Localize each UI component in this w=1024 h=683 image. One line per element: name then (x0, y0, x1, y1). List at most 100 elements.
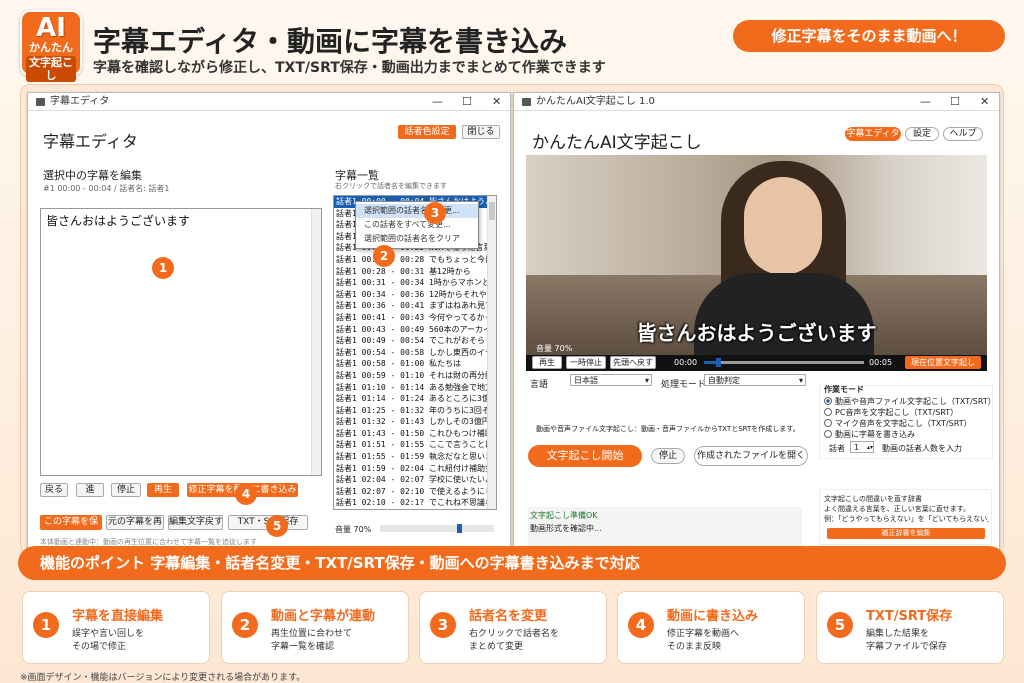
video-play-button[interactable]: 再生 (532, 356, 562, 369)
video-volume-label: 音量 70% (536, 344, 573, 353)
radio-mic-audio[interactable]: マイク音声を文字起こし（TXT/SRT） (824, 418, 972, 429)
time-total: 00:05 (869, 358, 893, 367)
seek-bar[interactable] (704, 358, 864, 367)
subtitle-list-row[interactable]: 話者1 01:55 - 01:59 執念だなと思いますね (334, 451, 496, 463)
app-logo: AI かんたん 文字起こし (20, 10, 82, 82)
subtitle-list-row[interactable]: 話者1 01:32 - 01:43 しかしその3億円は中央 (334, 416, 496, 428)
tab-settings[interactable]: 設定 (905, 127, 939, 141)
speaker-label: 話者 (829, 444, 845, 453)
chevron-down-icon: ▾ (798, 376, 803, 385)
edit-dictionary-button[interactable]: 補正辞書を編集 (827, 528, 985, 539)
card-desc: 右クリックで話者名を まとめて変更 (469, 629, 560, 652)
subtitle-list-row[interactable]: 話者1 01:14 - 01:24 あるところに3億円の水 (334, 393, 496, 405)
subtitle-text-area[interactable]: 皆さんおはようございます (40, 208, 322, 476)
tab-help[interactable]: ヘルプ (943, 127, 983, 141)
tab-subtitle-editor[interactable]: 字幕エディタ (845, 127, 901, 141)
maximize-icon[interactable]: ☐ (462, 93, 472, 111)
subtitle-list-row[interactable]: 話者1 02:07 - 02:10 で使えるようにしたのが (334, 486, 496, 498)
radio-burn-subtitles[interactable]: 動画に字幕を書き込み (824, 429, 915, 440)
editor-heading: 字幕エディタ (43, 132, 138, 151)
subtitle-list-row[interactable]: 話者1 00:49 - 00:54 でこれがおそらく僕の国 (334, 335, 496, 347)
maximize-icon[interactable]: ☐ (950, 93, 960, 111)
editor-volume-slider[interactable] (380, 524, 494, 533)
video-pause-button[interactable]: 一時停止 (566, 356, 606, 369)
speaker-color-button[interactable]: 話者色設定 (398, 125, 456, 139)
radio-icon (824, 408, 832, 416)
radio-icon (824, 419, 832, 427)
subtitle-list-row[interactable]: 話者1 01:25 - 01:32 年のうちに3回そこの川 (334, 405, 496, 417)
video-player[interactable]: 皆さんおはようございます 音量 70% 再生 一時停止 先頭へ戻す 00:00 … (526, 155, 987, 371)
footnote: ※画面デザイン・機能はバージョンにより変更される場合があります。 (20, 673, 306, 683)
editor-close-button[interactable]: 閉じる (462, 125, 500, 139)
chevron-down-icon: ▾ (644, 376, 649, 385)
work-mode-group: 作業モード 動画や音声ファイル文字起こし（TXT/SRT） PC音声を文字起こし… (819, 385, 996, 459)
card-title: 動画と字幕が連動 (271, 609, 376, 624)
card-desc: 編集した結果を 字幕ファイルで保存 (866, 629, 948, 652)
subtitle-list-row[interactable]: 話者1 01:59 - 02:04 これ紐付け補助金かな (334, 463, 496, 475)
play-button[interactable]: 再生 (147, 483, 179, 497)
subtitle-list-row[interactable]: 話者1 02:10 - 02:1? でこれね不思議なんですよ (334, 497, 496, 509)
minimize-icon[interactable]: — (920, 93, 931, 111)
editor-volume-label: 音量 70% (335, 525, 372, 534)
dictionary-panel: 文字起こしの間違いを直す辞書 よく間違える言葉を、正しい言葉に直せます。 例：「… (819, 489, 992, 545)
language-select[interactable]: 日本語 ▾ (570, 374, 652, 386)
subtitle-list-row[interactable]: 話者1 00:41 - 00:43 今何やってるかっていと (334, 312, 496, 324)
subtitle-list-row[interactable]: 話者1 00:54 - 00:58 しかし東西のイデオロギ (334, 347, 496, 359)
subtitle-list-row[interactable]: 話者1 00:31 - 00:34 1時からマホンと合わせ (334, 277, 496, 289)
card-number: 4 (628, 612, 654, 638)
open-output-button[interactable]: 作成されたファイルを開く (694, 446, 808, 466)
subtitle-list-row[interactable]: 話者1 01:51 - 01:55 ここで言うことは自分た (334, 439, 496, 451)
subtitle-list-row[interactable]: 話者1 01:10 - 01:14 ある勉強会で地方の商店 (334, 382, 496, 394)
start-transcribe-button[interactable]: 文字起こし開始 (528, 445, 642, 467)
stop-button[interactable]: 停止 (111, 483, 141, 497)
page-title: 字幕エディタ・動画に字幕を書き込み (93, 25, 568, 58)
list-scroll-thumb[interactable] (489, 202, 495, 220)
feature-banner: 機能のポイント 字幕編集・話者名変更・TXT/SRT保存・動画への字幕書き込みま… (18, 546, 1006, 580)
app-window-title: かんたんAI文字起こし 1.0 (536, 96, 655, 107)
dictionary-title: 文字起こしの間違いを直す辞書 (824, 495, 922, 503)
callout-badge-3: 3 (424, 202, 446, 224)
subtitle-list-row[interactable]: 話者1 01:43 - 01:50 これひもつけ補助金かまた (334, 428, 496, 440)
dictionary-line-1: よく間違える言葉を、正しい言葉に直せます。 (824, 505, 971, 513)
radio-file-transcribe[interactable]: 動画や音声ファイル文字起こし（TXT/SRT） (824, 396, 996, 407)
list-hint: 右クリックで話者名を編集できます (335, 182, 447, 190)
save-subtitle-button[interactable]: この字幕を保 (40, 515, 102, 530)
radio-label: 動画や音声ファイル文字起こし（TXT/SRT） (835, 397, 996, 406)
seek-thumb[interactable] (716, 358, 722, 367)
window-icon (522, 98, 531, 106)
menu-item-rename-selection[interactable]: 選択範囲の話者名を変更... (356, 204, 478, 218)
minimize-icon[interactable]: — (432, 93, 443, 111)
stop-transcribe-button[interactable]: 停止 (651, 448, 685, 464)
close-icon[interactable]: ✕ (492, 93, 501, 111)
subtitle-list-row[interactable]: 話者1 00:36 - 00:41 まずはねあれ見ていただ (334, 300, 496, 312)
radio-pc-audio[interactable]: PC音声を文字起こし（TXT/SRT） (824, 407, 958, 418)
subtitle-list-row[interactable]: 話者1 00:28 - 00:31 基12時から (334, 266, 496, 278)
forward-button[interactable]: 進 (76, 483, 104, 497)
undo-text-button[interactable]: 編集文字戻す (168, 515, 223, 530)
person-face (744, 177, 822, 275)
subtitle-list-row[interactable]: 話者1 00:34 - 00:36 12時からそれやります (334, 289, 496, 301)
subtitle-list-row[interactable]: 話者1 00:59 - 01:10 それは財の再分配によっ (334, 370, 496, 382)
mode-select[interactable]: 自動判定 ▾ (704, 374, 806, 386)
text-scrollbar[interactable] (311, 209, 321, 475)
close-icon[interactable]: ✕ (980, 93, 989, 111)
radio-icon (824, 430, 832, 438)
spinner-icon: ▴▾ (866, 444, 873, 451)
subtitle-list-row[interactable]: 話者1 02:04 - 02:07 学校に使いたいんだけど (334, 474, 496, 486)
edit-meta: #1 00:00 - 00:04 / 話者名: 話者1 (43, 184, 170, 193)
list-scrollbar[interactable] (487, 196, 496, 509)
menu-item-clear-speaker[interactable]: 選択範囲の話者名をクリア (356, 232, 478, 246)
editor-volume-thumb[interactable] (457, 524, 462, 533)
transcribe-now-button[interactable]: 現在位置文字起し (905, 356, 981, 369)
back-button[interactable]: 戻る (40, 483, 68, 497)
subtitle-list-row[interactable]: 話者1 00:43 - 00:49 560本のアーカイブの動 (334, 324, 496, 336)
menu-item-rename-all[interactable]: この話者をすべて変更... (356, 218, 478, 232)
subtitle-list-row[interactable]: 話者1 00:25 - 00:28 でもちょっと今日朝忙 (334, 254, 496, 266)
subtitle-list-row[interactable]: 話者1 00:58 - 01:00 私たちは (334, 358, 496, 370)
restore-subtitle-button[interactable]: 元の字幕を再 (106, 515, 164, 530)
speaker-count-input[interactable]: 1 ▴▾ (850, 441, 874, 453)
language-label: 言語 (530, 380, 549, 390)
card-desc: 誤字や言い回しを その場で修正 (72, 629, 145, 652)
callout-badge-1: 1 (152, 257, 174, 279)
video-rewind-button[interactable]: 先頭へ戻す (610, 356, 656, 369)
